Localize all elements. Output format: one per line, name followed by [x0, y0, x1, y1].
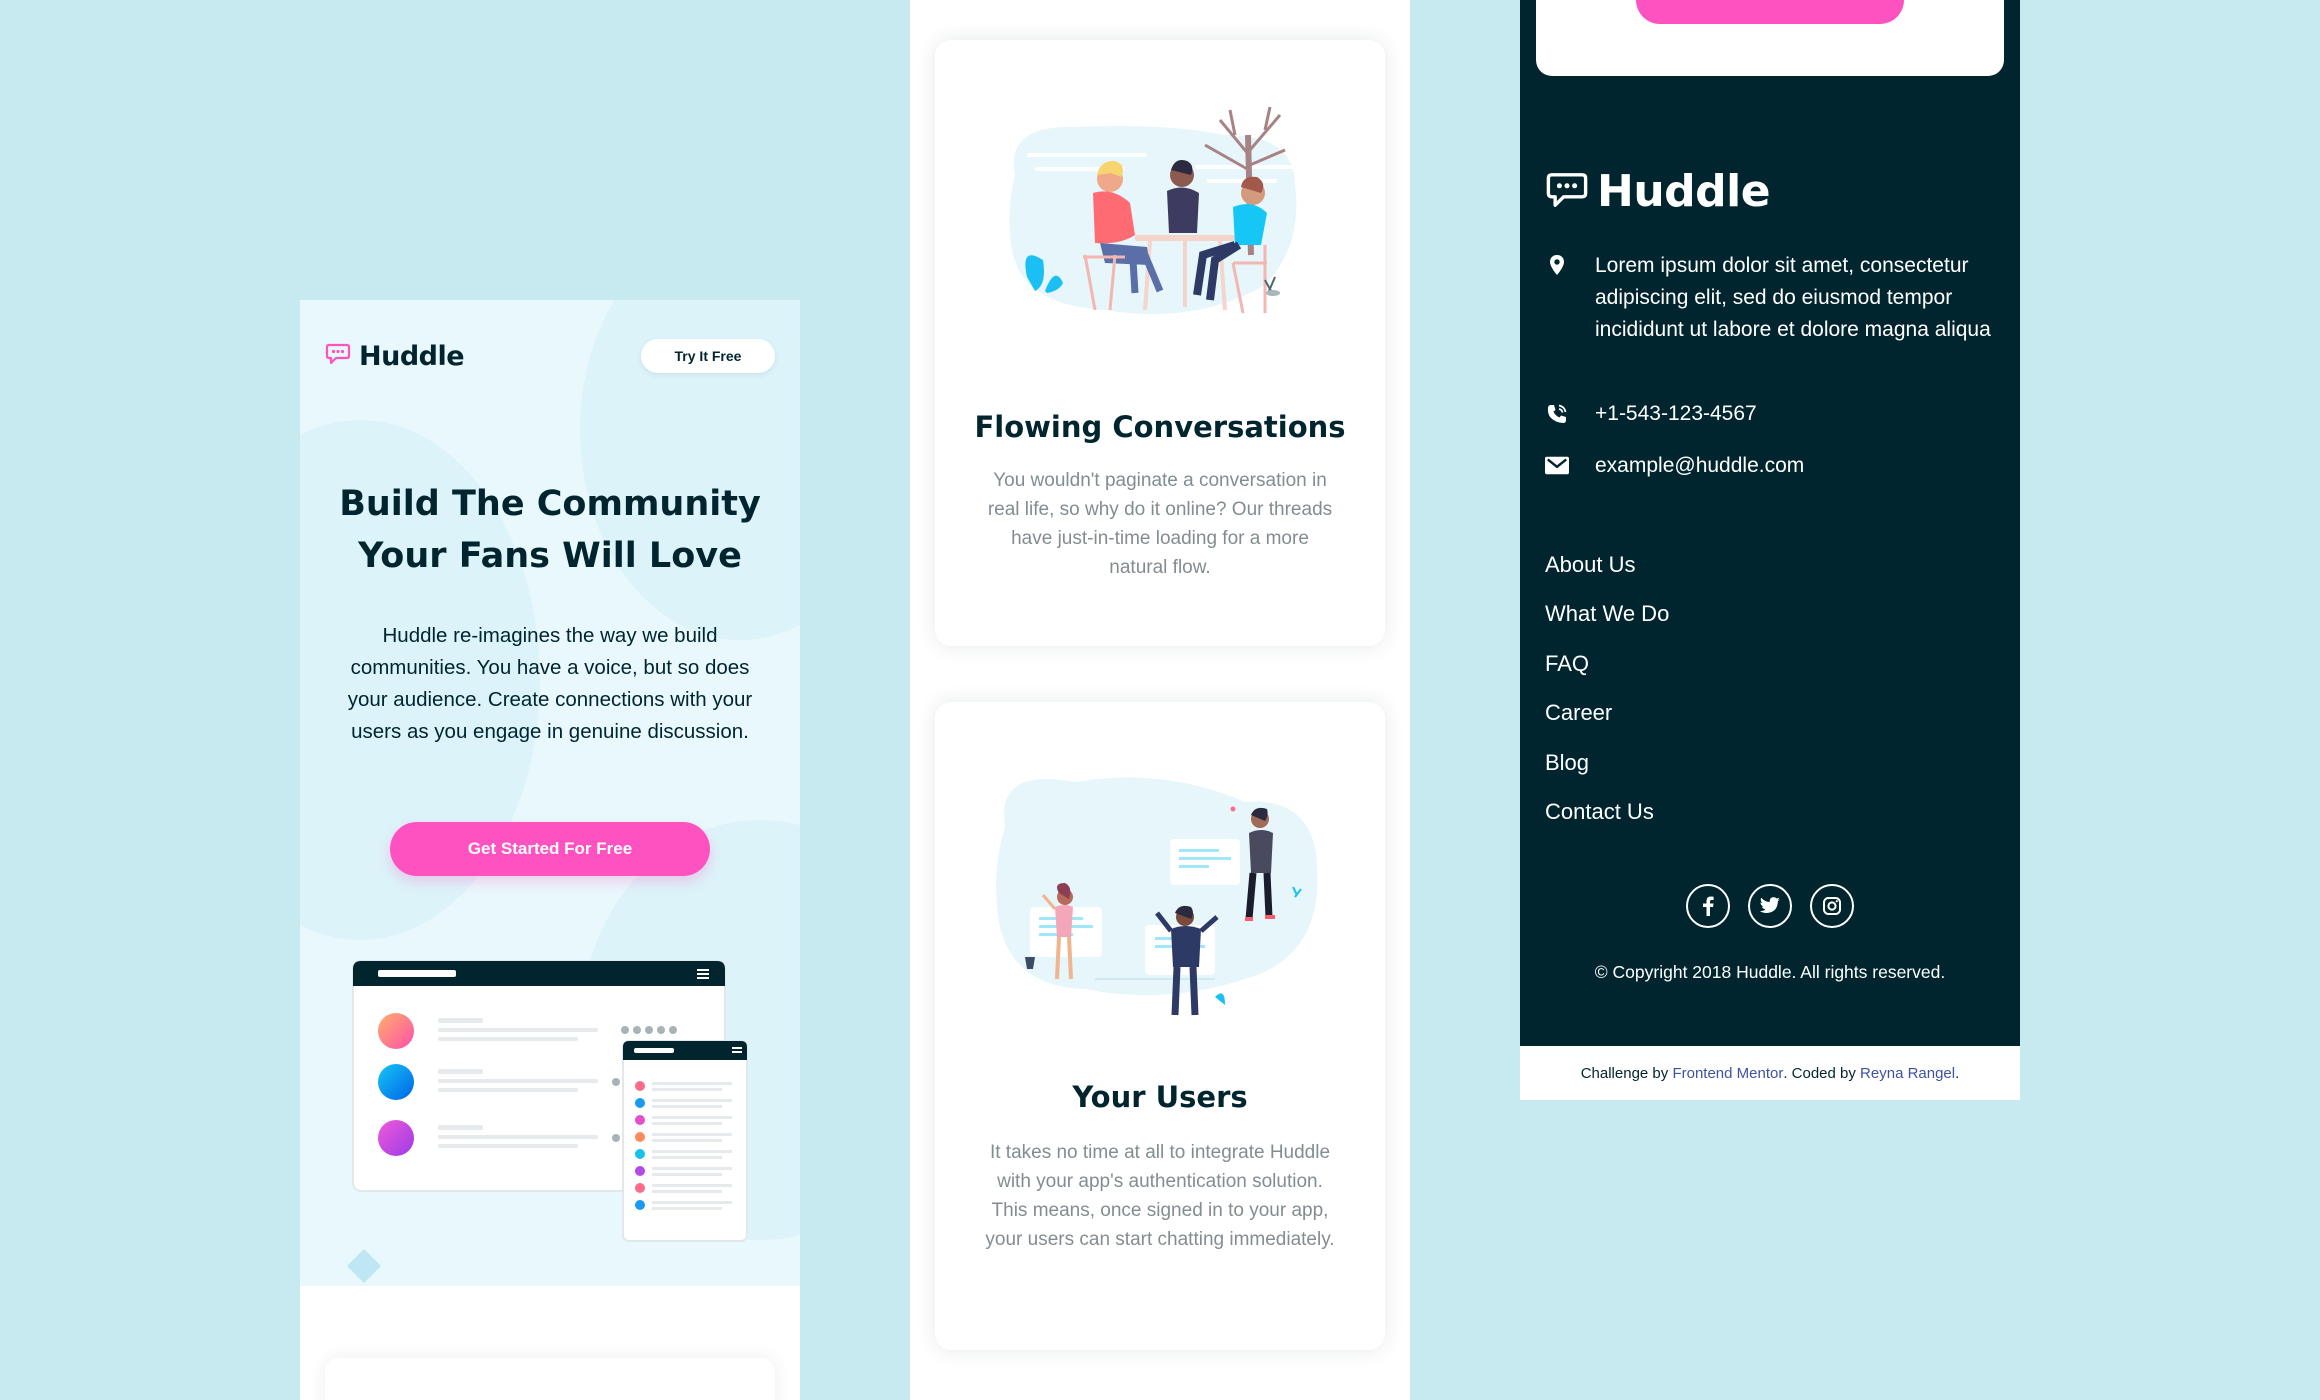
- hero-title-line-1: Build The Community: [339, 484, 761, 524]
- footer-link-faq[interactable]: FAQ: [1545, 651, 1589, 677]
- people-talking-illustration: [935, 95, 1385, 339]
- location-pin-icon: [1545, 250, 1569, 276]
- hero-title-line-2: Your Fans Will Love: [358, 536, 742, 576]
- attribution-suffix: .: [1955, 1064, 1960, 1082]
- feature-card-your-users: Your Users It takes no time at all to in…: [935, 702, 1385, 1350]
- email-address[interactable]: example@huddle.com: [1595, 450, 1804, 482]
- hero-header: Huddle Try It Free: [325, 338, 775, 374]
- cta-card: [1536, 0, 2004, 76]
- users-chat-illustration: [935, 757, 1385, 1021]
- cta-button[interactable]: [1636, 0, 1904, 24]
- footer-phone: +1-543-123-4567: [1545, 398, 1757, 430]
- mobile-footer-panel: Huddle Lorem ipsum dolor sit amet, conse…: [1520, 0, 2020, 1100]
- mail-icon: [1545, 450, 1569, 476]
- feature-card-preview: [325, 1358, 775, 1400]
- app-mockup-illustration: [350, 958, 750, 1252]
- attribution-middle: . Coded by: [1783, 1064, 1861, 1082]
- feature-title: Your Users: [1072, 1080, 1248, 1114]
- mobile-hero-panel: Huddle Try It Free Build The Community Y…: [300, 300, 800, 1400]
- chat-bubble-logo-icon: [325, 343, 351, 369]
- feature-description: It takes no time at all to integrate Hud…: [985, 1142, 1335, 1250]
- footer-email: example@huddle.com: [1545, 450, 1804, 482]
- hero-description: Huddle re-imagines the way we build comm…: [347, 624, 753, 743]
- footer-address: Lorem ipsum dolor sit amet, consectetur …: [1545, 250, 1995, 346]
- phone-icon: [1545, 398, 1569, 426]
- copyright: © Copyright 2018 Huddle. All rights rese…: [1594, 962, 1946, 982]
- logo-text: Huddle: [359, 340, 465, 372]
- chat-bubble-logo-icon: [1545, 171, 1589, 213]
- feature-title: Flowing Conversations: [974, 410, 1346, 444]
- footer-link-career[interactable]: Career: [1545, 700, 1612, 726]
- feature-description: You wouldn't paginate a conversation in …: [987, 470, 1333, 578]
- attribution-prefix: Challenge by: [1580, 1064, 1673, 1082]
- try-it-free-button[interactable]: Try It Free: [641, 339, 775, 373]
- footer-link-what-we-do[interactable]: What We Do: [1545, 601, 1669, 627]
- logo[interactable]: Huddle: [325, 340, 465, 372]
- address-text: Lorem ipsum dolor sit amet, consectetur …: [1595, 254, 1991, 341]
- hero-section: Huddle Try It Free Build The Community Y…: [300, 300, 800, 1286]
- logo-text: Huddle: [1597, 166, 1771, 217]
- footer: Huddle Lorem ipsum dolor sit amet, conse…: [1520, 0, 2020, 1046]
- attribution: Challenge by Frontend Mentor . Coded by …: [1520, 1046, 2020, 1100]
- decorative-diamond: [347, 1249, 381, 1283]
- footer-logo[interactable]: Huddle: [1545, 166, 1771, 217]
- facebook-icon[interactable]: [1686, 884, 1730, 928]
- feature-card-flowing-conversations: Flowing Conversations You wouldn't pagin…: [935, 40, 1385, 646]
- footer-link-contact-us[interactable]: Contact Us: [1545, 799, 1654, 825]
- get-started-button[interactable]: Get Started For Free: [390, 822, 710, 876]
- coder-link[interactable]: Reyna Rangel: [1860, 1065, 1955, 1082]
- instagram-icon[interactable]: [1810, 884, 1854, 928]
- mobile-features-panel: Flowing Conversations You wouldn't pagin…: [910, 0, 1410, 1400]
- frontend-mentor-link[interactable]: Frontend Mentor: [1672, 1065, 1783, 1082]
- phone-number[interactable]: +1-543-123-4567: [1595, 398, 1757, 430]
- footer-link-blog[interactable]: Blog: [1545, 750, 1589, 776]
- twitter-icon[interactable]: [1748, 884, 1792, 928]
- footer-link-about-us[interactable]: About Us: [1545, 552, 1636, 578]
- hero-title: Build The Community Your Fans Will Love: [320, 478, 780, 582]
